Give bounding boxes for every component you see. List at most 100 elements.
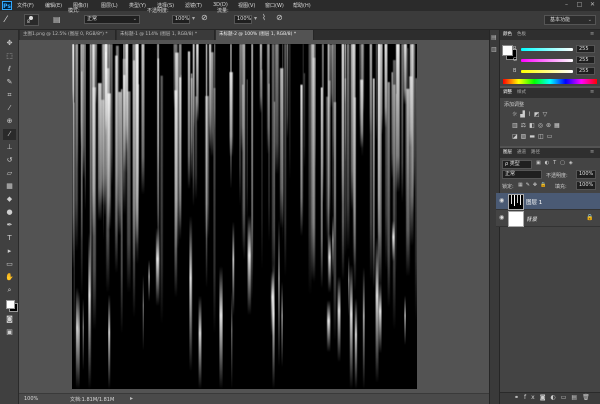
gradient-tool-icon[interactable]: ▦ bbox=[3, 181, 16, 192]
zoom-level[interactable]: 100% bbox=[24, 396, 38, 402]
tab-styles[interactable]: 样式 bbox=[517, 88, 526, 98]
crop-tool-icon[interactable]: ⌗ bbox=[3, 90, 16, 101]
flow-input[interactable]: 100% bbox=[234, 15, 252, 24]
foreground-color-swatch[interactable] bbox=[6, 300, 15, 309]
eraser-tool-icon[interactable]: ▱ bbox=[3, 168, 16, 179]
layer-row-selected[interactable]: ◉ 图层 1 bbox=[496, 193, 600, 210]
panel-menu-icon[interactable]: ≡ bbox=[590, 149, 594, 155]
screen-mode-icon[interactable]: ▣ bbox=[3, 327, 16, 338]
light-streak bbox=[404, 295, 406, 345]
adjustment-icons-row-3[interactable]: ◪▨▬◫▭ bbox=[512, 133, 592, 143]
status-arrow-icon[interactable]: ▸ bbox=[130, 395, 133, 402]
eye-icon[interactable]: ◉ bbox=[499, 214, 504, 221]
zoom-tool-icon[interactable]: ⌕ bbox=[3, 285, 16, 296]
tab-adjustments[interactable]: 调整 bbox=[503, 88, 512, 98]
workspace-select[interactable]: 基本功能 ⌄ bbox=[544, 15, 596, 25]
tab-paths[interactable]: 路径 bbox=[531, 148, 540, 158]
properties-panel-icon[interactable]: ▥ bbox=[491, 46, 498, 53]
tab-channels[interactable]: 通道 bbox=[517, 148, 526, 158]
light-streak bbox=[378, 283, 382, 354]
menu-view[interactable]: 视图(V) bbox=[238, 2, 255, 9]
light-streak bbox=[243, 44, 246, 260]
brush-tool-icon[interactable]: ⁄ bbox=[3, 129, 16, 140]
app-logo: Ps bbox=[2, 1, 12, 10]
document-tab[interactable]: 主图1.png @ 12.5% (图层 0, RGB/8*) * bbox=[20, 30, 116, 40]
document-tab-active[interactable]: 未标题-2 @ 100% (图层 1, RGB/8) * bbox=[216, 30, 314, 40]
fill-input[interactable]: 100% bbox=[576, 181, 596, 190]
pressure-size-icon[interactable]: ⊘ bbox=[276, 13, 283, 22]
channel-r-slider[interactable] bbox=[521, 48, 573, 51]
layer-filter-select[interactable]: ρ 类型 bbox=[502, 160, 532, 169]
menu-type[interactable]: 类型(Y) bbox=[129, 2, 146, 9]
color-spectrum-ramp[interactable] bbox=[503, 79, 597, 84]
dodge-tool-icon[interactable]: ● bbox=[3, 207, 16, 218]
panel-menu-icon[interactable]: ≡ bbox=[590, 89, 594, 95]
marquee-tool-icon[interactable]: ⬚ bbox=[3, 51, 16, 62]
layer-filter-icons[interactable]: ▣◐T▢◈ bbox=[536, 160, 596, 169]
adjustments-panel-header: 调整 样式 ≡ bbox=[500, 88, 600, 98]
adjustment-icons-row-2[interactable]: ▥⚖◧◎⊛▦ bbox=[512, 122, 592, 132]
light-streak bbox=[376, 44, 377, 142]
document-tab[interactable]: 未标题-1 @ 114% (图层 1, RGB/8) * bbox=[117, 30, 215, 40]
layer-opacity-input[interactable]: 100% bbox=[576, 170, 596, 179]
channel-b-slider[interactable] bbox=[521, 70, 573, 73]
document-size: 文档:1.81M/1.81M bbox=[70, 397, 115, 403]
lock-icons[interactable]: ▦✎✥🔒 bbox=[518, 182, 549, 188]
flow-dropdown-icon[interactable]: ▾ bbox=[254, 15, 257, 22]
mode-select[interactable]: 正常 ⌄ bbox=[84, 15, 140, 24]
channel-b-input[interactable]: 255 bbox=[576, 67, 595, 75]
airbrush-icon[interactable]: ⌇ bbox=[262, 13, 266, 22]
channel-g-slider[interactable] bbox=[521, 59, 573, 62]
layer-name[interactable]: 图层 1 bbox=[526, 198, 542, 206]
clone-stamp-tool-icon[interactable]: ⊥ bbox=[3, 142, 16, 153]
lasso-tool-icon[interactable]: ℓ bbox=[3, 64, 16, 75]
menu-help[interactable]: 帮助(H) bbox=[293, 2, 311, 9]
menu-edit[interactable]: 编辑(E) bbox=[45, 2, 62, 9]
channel-r-label: R bbox=[513, 46, 517, 52]
quick-select-tool-icon[interactable]: ✎ bbox=[3, 77, 16, 88]
tab-layers[interactable]: 图层 bbox=[503, 148, 512, 158]
eyedropper-tool-icon[interactable]: ⁄ bbox=[3, 103, 16, 114]
light-streak bbox=[271, 44, 275, 289]
pressure-opacity-icon[interactable]: ⊘ bbox=[201, 13, 208, 22]
menu-filter[interactable]: 滤镜(T) bbox=[185, 2, 202, 9]
brush-preset-picker[interactable]: 8 bbox=[24, 14, 39, 26]
hand-tool-icon[interactable]: ✋ bbox=[3, 272, 16, 283]
quick-mask-icon[interactable]: ◙ bbox=[3, 314, 16, 325]
layer-row[interactable]: ◉ 背景 🔒 bbox=[496, 210, 600, 227]
light-streak bbox=[282, 44, 284, 243]
close-icon[interactable]: ✕ bbox=[588, 1, 597, 9]
color-fg-swatch[interactable] bbox=[502, 45, 513, 56]
canvas[interactable] bbox=[72, 44, 417, 389]
menu-file[interactable]: 文件(F) bbox=[17, 2, 34, 9]
type-tool-icon[interactable]: T bbox=[3, 233, 16, 244]
history-brush-tool-icon[interactable]: ↺ bbox=[3, 155, 16, 166]
light-streak bbox=[213, 88, 216, 335]
light-streak bbox=[348, 255, 350, 317]
shape-tool-icon[interactable]: ▭ bbox=[3, 259, 16, 270]
tab-swatches[interactable]: 色板 bbox=[517, 30, 526, 40]
adjustment-icons-row-1[interactable]: ☼▟⌇◩▽ bbox=[512, 111, 592, 121]
healing-brush-tool-icon[interactable]: ⊕ bbox=[3, 116, 16, 127]
menu-layer[interactable]: 图层(L) bbox=[101, 2, 118, 9]
blend-mode-select[interactable]: 正常 bbox=[502, 170, 542, 179]
opacity-input[interactable]: 100% bbox=[172, 15, 190, 24]
maximize-icon[interactable]: □ bbox=[575, 1, 584, 9]
opacity-dropdown-icon[interactable]: ▾ bbox=[192, 15, 195, 22]
blur-tool-icon[interactable]: ◆ bbox=[3, 194, 16, 205]
minimize-icon[interactable]: – bbox=[562, 1, 571, 9]
channel-r-input[interactable]: 255 bbox=[576, 45, 595, 53]
panel-menu-icon[interactable]: ≡ bbox=[590, 31, 594, 37]
layer-footer-icons[interactable]: ⚭fx◙◐▭▤🗑 bbox=[514, 394, 595, 401]
tab-color[interactable]: 颜色 bbox=[503, 30, 512, 40]
channel-g-input[interactable]: 255 bbox=[576, 56, 595, 64]
menu-window[interactable]: 窗口(W) bbox=[265, 2, 284, 9]
brush-panel-icon[interactable]: ▤ bbox=[53, 14, 63, 26]
layer-name[interactable]: 背景 bbox=[526, 215, 537, 223]
pen-tool-icon[interactable]: ✒ bbox=[3, 220, 16, 231]
history-panel-icon[interactable]: ▤ bbox=[491, 34, 498, 41]
brush-tool-icon[interactable]: ⁄ bbox=[5, 14, 19, 26]
path-select-tool-icon[interactable]: ▸ bbox=[3, 246, 16, 257]
eye-icon[interactable]: ◉ bbox=[499, 197, 504, 204]
move-tool-icon[interactable]: ✥ bbox=[3, 38, 16, 49]
